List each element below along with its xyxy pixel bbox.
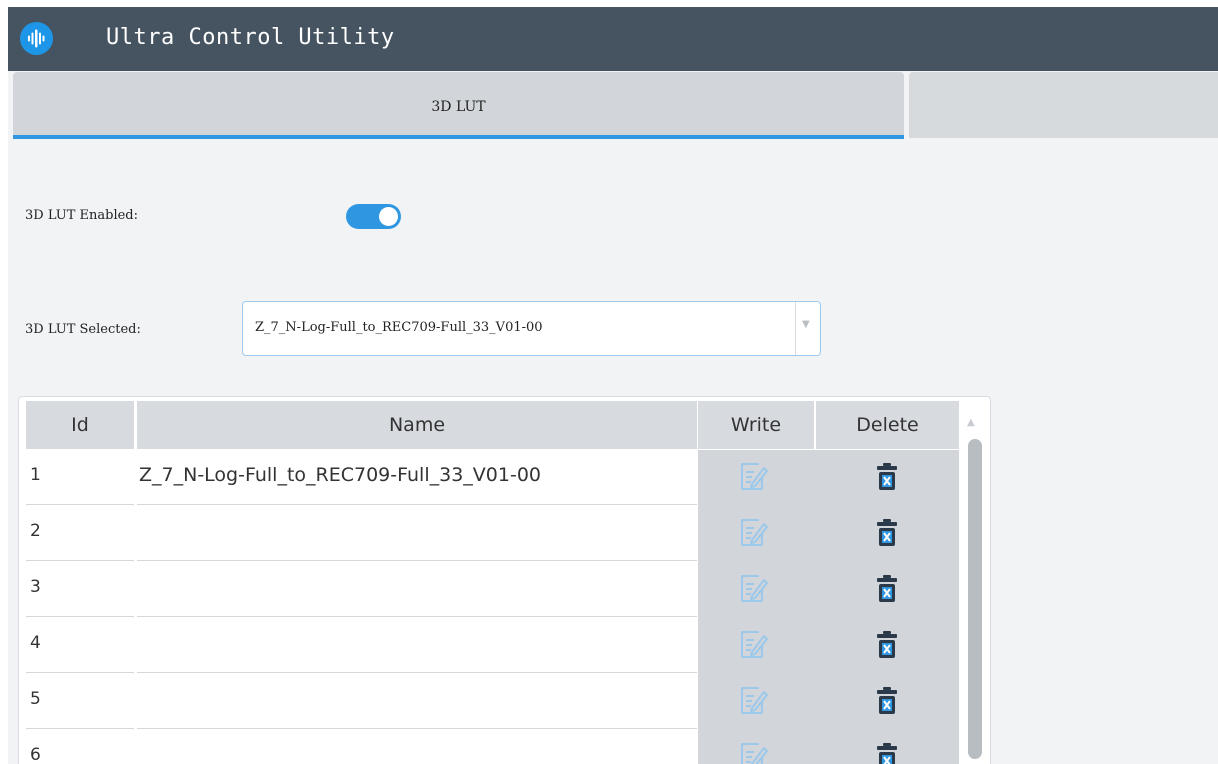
row-id: 6 (26, 730, 134, 764)
trash-icon[interactable] (875, 630, 899, 660)
trash-icon[interactable] (875, 462, 899, 492)
edit-document-icon[interactable] (738, 684, 770, 718)
trash-icon[interactable] (875, 742, 899, 764)
row-name (137, 618, 697, 673)
row-name (137, 730, 697, 764)
tab-3d-lut-label: 3D LUT (431, 99, 486, 115)
lut-select-value: Z_7_N-Log-Full_to_REC709-Full_33_V01-00 (255, 320, 543, 335)
row-id: 3 (26, 562, 134, 617)
title-bar: Ultra Control Utility (8, 7, 1218, 71)
write-cell (698, 674, 816, 730)
write-cell (698, 562, 816, 618)
edit-document-icon[interactable] (738, 740, 770, 764)
write-cell (698, 506, 816, 562)
row-name (137, 674, 697, 729)
row-name: Z_7_N-Log-Full_to_REC709-Full_33_V01-00 (137, 450, 697, 505)
edit-document-icon[interactable] (738, 628, 770, 662)
trash-icon[interactable] (875, 518, 899, 548)
table-row[interactable]: 2 (19, 506, 959, 562)
vertical-scrollbar[interactable]: ▲ (959, 401, 990, 764)
column-header-name[interactable]: Name (137, 401, 697, 449)
trash-icon[interactable] (875, 686, 899, 716)
lut-select-dropdown[interactable]: Z_7_N-Log-Full_to_REC709-Full_33_V01-00 … (242, 301, 821, 356)
trash-icon[interactable] (875, 574, 899, 604)
column-header-delete[interactable]: Delete (816, 401, 959, 449)
table-row[interactable]: 3 (19, 562, 959, 618)
edit-document-icon[interactable] (738, 460, 770, 494)
delete-cell (816, 618, 959, 674)
sound-wave-icon (20, 22, 53, 55)
tab-3d-lut[interactable]: 3D LUT (13, 72, 904, 138)
delete-cell (816, 562, 959, 618)
row-id: 1 (26, 450, 134, 505)
delete-cell (816, 450, 959, 506)
lut-selected-label: 3D LUT Selected: (25, 322, 141, 337)
edit-document-icon[interactable] (738, 572, 770, 606)
row-id: 4 (26, 618, 134, 673)
row-name (137, 506, 697, 561)
delete-cell (816, 730, 959, 764)
delete-cell (816, 506, 959, 562)
table-row[interactable]: 5 (19, 674, 959, 730)
write-cell (698, 618, 816, 674)
column-header-id[interactable]: Id (26, 401, 134, 449)
tab-secondary[interactable] (909, 72, 1218, 138)
row-id: 2 (26, 506, 134, 561)
write-cell (698, 730, 816, 764)
lut-enabled-label: 3D LUT Enabled: (25, 208, 138, 223)
scroll-thumb[interactable] (968, 439, 982, 759)
write-cell (698, 450, 816, 506)
row-name (137, 562, 697, 617)
scroll-up-icon[interactable]: ▲ (967, 417, 975, 428)
toggle-knob (379, 207, 398, 226)
chevron-down-icon[interactable]: ▼ (802, 319, 810, 330)
table-row[interactable]: 6 (19, 730, 959, 764)
table-row[interactable]: 1 Z_7_N-Log-Full_to_REC709-Full_33_V01-0… (19, 450, 959, 506)
app-title: Ultra Control Utility (106, 25, 395, 50)
active-tab-indicator (13, 135, 904, 139)
app-window: Ultra Control Utility 3D LUT 3D LUT Enab… (8, 7, 1218, 764)
row-id: 5 (26, 674, 134, 729)
lut-enabled-toggle[interactable] (346, 204, 401, 229)
delete-cell (816, 674, 959, 730)
select-divider (795, 302, 796, 355)
column-header-write[interactable]: Write (698, 401, 814, 449)
lut-table: Id Name Write Delete 1 Z_7_N-Log-Full_to… (18, 396, 991, 764)
table-row[interactable]: 4 (19, 618, 959, 674)
edit-document-icon[interactable] (738, 516, 770, 550)
